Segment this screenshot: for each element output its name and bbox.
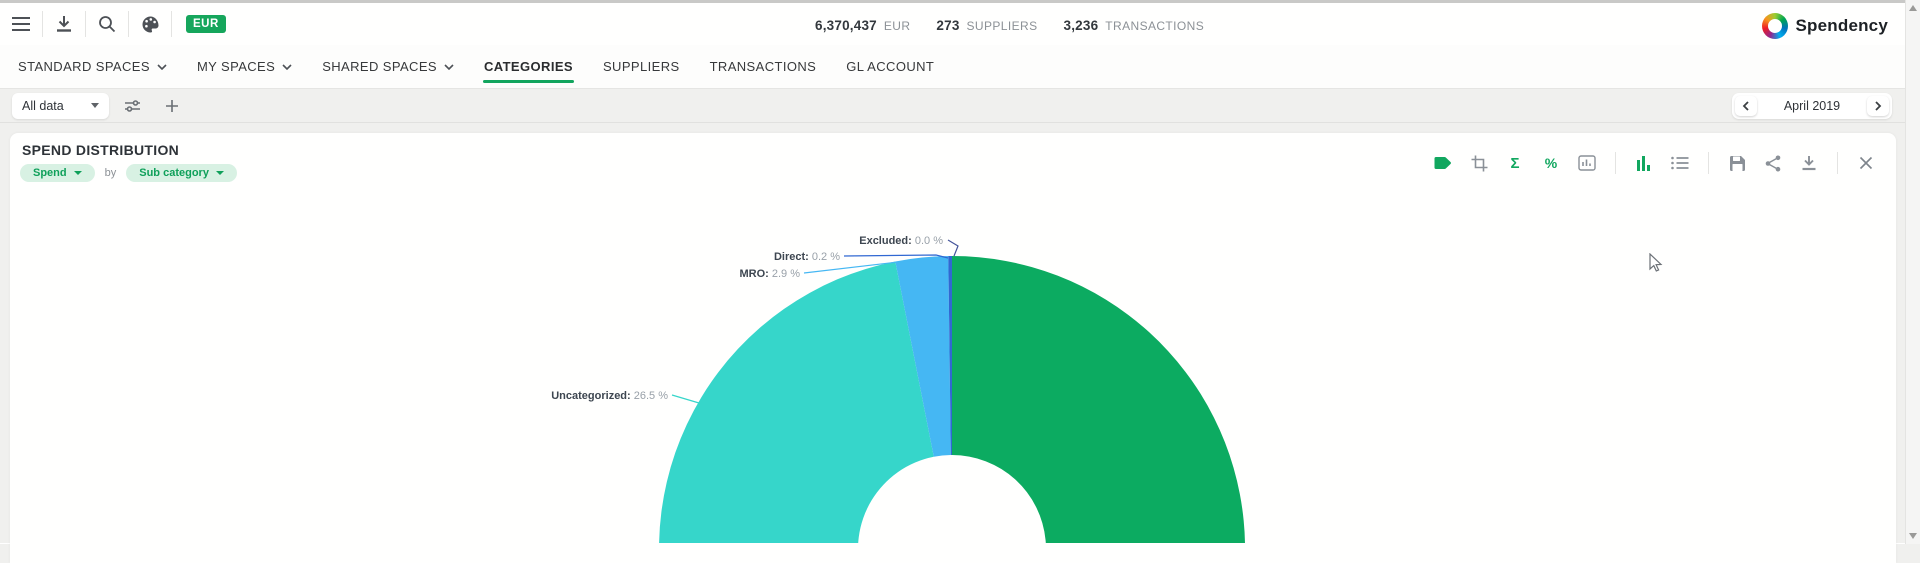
stat-label: EUR	[884, 19, 911, 33]
slice-label-mro: MRO: 2.9 %	[739, 268, 800, 280]
stat-value: 3,236	[1064, 18, 1099, 33]
leader-line-uncategorized	[672, 395, 699, 403]
topbar-icon-group: EUR	[0, 3, 226, 45]
filter-icon[interactable]	[115, 93, 149, 119]
chevron-down-icon	[444, 64, 454, 70]
date-label: April 2019	[1784, 99, 1840, 113]
slice-label-uncategorized: Uncategorized: 26.5 %	[551, 390, 668, 402]
nav-transactions[interactable]: TRANSACTIONS	[695, 45, 832, 88]
chevron-down-icon	[91, 103, 99, 108]
page-scrollbar[interactable]	[1905, 0, 1920, 544]
chevron-right-icon[interactable]	[1867, 96, 1889, 116]
nav-standard-spaces[interactable]: STANDARD SPACES	[3, 45, 182, 88]
app-window: EUR 6,370,437 EUR 273 SUPPLIERS 3,236 TR…	[0, 0, 1920, 544]
stat-suppliers: 273 SUPPLIERS	[936, 18, 1037, 33]
slice-label-excluded: Excluded: 0.0 %	[859, 235, 943, 247]
stat-label: TRANSACTIONS	[1105, 19, 1204, 33]
search-icon[interactable]	[86, 10, 128, 38]
leader-line-excluded	[948, 240, 958, 256]
brand-name: Spendency	[1796, 16, 1889, 36]
currency-badge[interactable]: EUR	[186, 15, 226, 33]
palette-icon[interactable]	[129, 10, 171, 38]
stat-total-spend: 6,370,437 EUR	[815, 18, 910, 33]
brand-logo: Spendency	[1762, 3, 1889, 48]
donut-slice-uncategorized[interactable]	[659, 262, 934, 544]
date-navigator: April 2019	[1732, 93, 1892, 119]
nav-shared-spaces[interactable]: SHARED SPACES	[307, 45, 469, 88]
download-icon[interactable]	[43, 10, 85, 38]
menu-icon[interactable]	[0, 10, 42, 38]
scroll-down-icon[interactable]	[1906, 533, 1920, 539]
slice-label-direct: Direct: 0.2 %	[774, 251, 840, 263]
scroll-up-icon[interactable]	[1906, 5, 1920, 11]
summary-stats: 6,370,437 EUR 273 SUPPLIERS 3,236 TRANSA…	[815, 3, 1204, 48]
data-scope-selector[interactable]: All data	[12, 93, 109, 119]
main-content: SPEND DISTRIBUTION Spend by Sub category	[0, 123, 1920, 543]
nav-gl-account[interactable]: GL ACCOUNT	[831, 45, 949, 88]
stat-value: 6,370,437	[815, 18, 877, 33]
filter-bar: All data April 2019	[0, 89, 1920, 123]
nav-categories[interactable]: CATEGORIES	[469, 45, 588, 88]
stat-value: 273	[936, 18, 959, 33]
nav-my-spaces[interactable]: MY SPACES	[182, 45, 307, 88]
add-icon[interactable]	[155, 93, 189, 119]
donut-chart: Uncategorized: 26.5 % MRO: 2.9 % Direct: 0…	[0, 123, 1920, 543]
nav-suppliers[interactable]: SUPPLIERS	[588, 45, 695, 88]
chevron-down-icon	[157, 64, 167, 70]
divider	[171, 11, 172, 37]
stat-transactions: 3,236 TRANSACTIONS	[1064, 18, 1205, 33]
brand-ring-icon	[1762, 13, 1788, 39]
chevron-down-icon	[282, 64, 292, 70]
stat-label: SUPPLIERS	[967, 19, 1038, 33]
top-bar: EUR 6,370,437 EUR 273 SUPPLIERS 3,236 TR…	[0, 0, 1920, 45]
main-nav: STANDARD SPACES MY SPACES SHARED SPACES …	[0, 45, 1920, 89]
chevron-left-icon[interactable]	[1735, 96, 1757, 116]
